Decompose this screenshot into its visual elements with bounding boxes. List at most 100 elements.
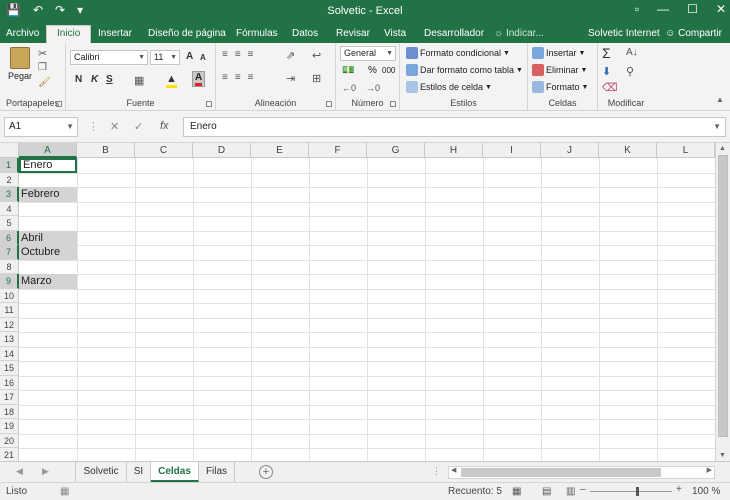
underline-button[interactable]: S: [106, 74, 113, 85]
currency-icon[interactable]: 💵: [342, 65, 354, 76]
row-header[interactable]: 10: [0, 288, 19, 303]
autosum-icon[interactable]: Σ: [602, 45, 611, 61]
page-layout-icon[interactable]: ▤: [542, 486, 551, 497]
tab-vista[interactable]: Vista: [384, 26, 406, 42]
dialog-launcher-icon[interactable]: [206, 101, 212, 107]
font-name-select[interactable]: Calibri ▼: [70, 50, 148, 65]
column-header[interactable]: B: [77, 143, 135, 158]
row-header[interactable]: 11: [0, 303, 19, 318]
column-header[interactable]: I: [483, 143, 541, 158]
merge-icon[interactable]: ⊞: [312, 72, 321, 85]
page-break-icon[interactable]: ▥: [566, 486, 575, 497]
wrap-text-icon[interactable]: ↩: [312, 49, 321, 62]
dialog-launcher-icon[interactable]: [326, 101, 332, 107]
percent-button[interactable]: %: [368, 65, 377, 76]
row-header[interactable]: 1: [0, 158, 19, 173]
borders-icon[interactable]: ▦: [134, 74, 144, 87]
column-header[interactable]: K: [599, 143, 657, 158]
user-account[interactable]: Solvetic Internet: [588, 26, 660, 42]
row-header[interactable]: 3: [0, 187, 19, 202]
share-button[interactable]: ☺ Compartir: [665, 26, 722, 42]
cell-styles-button[interactable]: Estilos de celda ▼: [406, 81, 492, 93]
orientation-icon[interactable]: ⇗: [286, 49, 295, 62]
row-header[interactable]: 2: [0, 172, 19, 187]
grow-font-button[interactable]: A: [186, 51, 193, 62]
minimize-icon[interactable]: —: [657, 2, 669, 16]
enter-icon[interactable]: ✓: [134, 120, 143, 133]
row-header[interactable]: 7: [0, 245, 19, 260]
cell-a1-active[interactable]: Enero: [19, 158, 77, 173]
horizontal-scrollbar[interactable]: ◀ ▶: [448, 466, 715, 479]
italic-button[interactable]: K: [91, 74, 98, 85]
scroll-thumb[interactable]: [461, 468, 661, 477]
insert-cells-button[interactable]: Insertar ▼: [532, 47, 585, 59]
cell-a6[interactable]: Abril: [19, 230, 77, 245]
font-color-button[interactable]: A: [192, 71, 206, 87]
tell-me-box[interactable]: ☼ Indicar...: [494, 26, 544, 42]
zoom-slider[interactable]: [590, 491, 672, 492]
sheet-tab-celdas[interactable]: Celdas: [151, 462, 199, 482]
tab-datos[interactable]: Datos: [292, 26, 318, 42]
sheet-tab-solvetic[interactable]: Solvetic: [75, 462, 127, 482]
tab-insertar[interactable]: Insertar: [98, 26, 132, 42]
column-header[interactable]: A: [19, 143, 77, 158]
row-header[interactable]: 15: [0, 361, 19, 376]
column-header[interactable]: F: [309, 143, 367, 158]
row-header[interactable]: 8: [0, 259, 19, 274]
column-header[interactable]: L: [657, 143, 715, 158]
cell-a7[interactable]: Octubre: [19, 245, 77, 260]
fill-icon[interactable]: ⬇: [602, 65, 611, 78]
ribbon-display-icon[interactable]: ▫: [635, 2, 639, 16]
scroll-up-icon[interactable]: ▲: [719, 145, 726, 152]
worksheet-grid[interactable]: A B C D E F G H I J K L 1 2 3 4 5 6 7 8 9 10 11 12 1…: [0, 143, 715, 461]
cell-a9[interactable]: Marzo: [19, 274, 77, 289]
row-header[interactable]: 5: [0, 216, 19, 231]
scroll-thumb[interactable]: [718, 155, 728, 437]
column-header[interactable]: G: [367, 143, 425, 158]
row-header[interactable]: 13: [0, 332, 19, 347]
row-header[interactable]: 4: [0, 201, 19, 216]
prev-sheet-icon[interactable]: ◀: [16, 466, 23, 477]
tab-inicio[interactable]: Inicio: [46, 25, 92, 43]
shrink-font-button[interactable]: A: [200, 53, 206, 62]
decrease-decimal-icon[interactable]: →0: [366, 83, 380, 93]
tab-archivo[interactable]: Archivo: [6, 26, 39, 42]
column-header[interactable]: D: [193, 143, 251, 158]
dialog-launcher-icon[interactable]: [390, 101, 396, 107]
zoom-in-icon[interactable]: +: [676, 484, 682, 495]
vertical-align-icons[interactable]: ≡≡≡: [222, 49, 261, 60]
row-header[interactable]: 21: [0, 448, 19, 461]
conditional-format-button[interactable]: Formato condicional ▼: [406, 47, 510, 59]
dialog-launcher-icon[interactable]: [56, 101, 62, 107]
copy-icon[interactable]: ❐: [38, 62, 47, 73]
tab-split-icon[interactable]: ⋮: [432, 466, 441, 477]
row-header[interactable]: 20: [0, 433, 19, 448]
next-sheet-icon[interactable]: ▶: [42, 466, 49, 477]
cancel-icon[interactable]: ✕: [110, 120, 119, 133]
format-cells-button[interactable]: Formato ▼: [532, 81, 588, 93]
horizontal-align-icons[interactable]: ≡≡≡: [222, 72, 261, 83]
scroll-down-icon[interactable]: ▼: [719, 452, 726, 459]
maximize-icon[interactable]: ☐: [687, 2, 698, 16]
collapse-ribbon-icon[interactable]: ▲: [716, 95, 724, 104]
row-header[interactable]: 19: [0, 419, 19, 434]
increase-decimal-icon[interactable]: ←0: [342, 83, 356, 93]
format-as-table-button[interactable]: Dar formato como tabla ▼: [406, 64, 523, 76]
vertical-scrollbar[interactable]: ▲ ▼: [715, 143, 730, 461]
column-header[interactable]: E: [251, 143, 309, 158]
row-header[interactable]: 16: [0, 375, 19, 390]
clear-icon[interactable]: ⌫: [602, 81, 618, 94]
cut-icon[interactable]: ✂: [38, 47, 47, 60]
tab-diseno-pagina[interactable]: Diseño de página: [148, 26, 226, 42]
find-select-icon[interactable]: ⚲: [626, 65, 634, 78]
row-header[interactable]: 18: [0, 404, 19, 419]
row-header[interactable]: 6: [0, 230, 19, 245]
name-box[interactable]: A1 ▼: [4, 117, 78, 137]
select-all-corner[interactable]: [0, 143, 19, 158]
add-sheet-icon[interactable]: +: [259, 465, 273, 479]
number-format-select[interactable]: General ▼: [340, 46, 396, 61]
macro-record-icon[interactable]: ▦: [60, 486, 69, 497]
close-icon[interactable]: ✕: [716, 2, 726, 16]
paste-button[interactable]: Pegar: [8, 47, 32, 81]
column-header[interactable]: H: [425, 143, 483, 158]
